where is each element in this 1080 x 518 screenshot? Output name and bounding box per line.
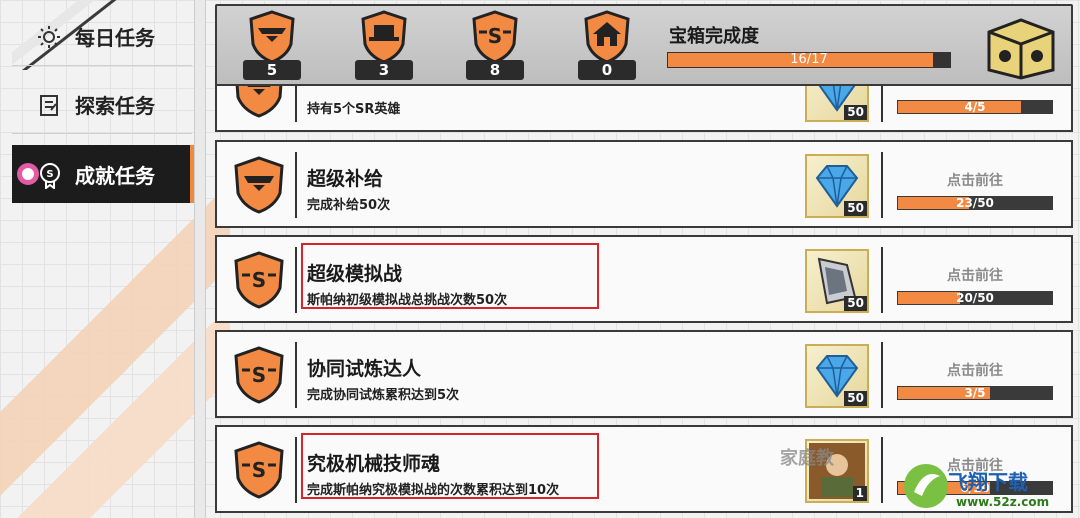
- sun-icon: [36, 24, 62, 50]
- row-divider: [881, 247, 883, 313]
- achievement-header: 5 3 S 8 0 宝箱完成度 16/17: [215, 4, 1073, 88]
- chest-title: 宝箱完成度: [669, 26, 759, 47]
- tab-daily-tasks[interactable]: 每日任务: [12, 8, 192, 66]
- row-divider: [881, 437, 883, 503]
- go-to-button[interactable]: 点击前往: [897, 360, 1053, 380]
- tab-label: 探索任务: [75, 94, 155, 118]
- house-shield-icon: [584, 10, 630, 64]
- watermark-site-url: www.52z.com: [956, 495, 1050, 509]
- task-progress-text: 3/5: [964, 386, 986, 400]
- reward-quantity: 50: [844, 296, 867, 311]
- reward-item[interactable]: 50: [805, 249, 869, 313]
- reward-item[interactable]: 50: [805, 86, 869, 122]
- row-divider: [295, 152, 297, 218]
- svg-text:S: S: [252, 268, 266, 292]
- svg-text:S: S: [46, 169, 53, 180]
- reward-item[interactable]: 50: [805, 154, 869, 218]
- reward-quantity: 50: [844, 201, 867, 216]
- tab-label: 成就任务: [75, 163, 155, 188]
- achievement-row: S 协同试炼达人完成协同试炼累积达到5次 50 点击前往 3/5: [215, 330, 1073, 418]
- panel-divider: [194, 0, 206, 518]
- task-progress-bar: 23/50: [897, 196, 1053, 210]
- svg-text:S: S: [488, 24, 502, 48]
- reward-item[interactable]: 50: [805, 344, 869, 408]
- highlight-box: [301, 243, 599, 309]
- achievement-row: S 超级模拟战 斯帕纳初级模拟战总挑战次数50次 50 点击前往 20/50: [215, 235, 1073, 323]
- reward-quantity: 50: [844, 105, 867, 120]
- badge-count: 5: [243, 60, 301, 80]
- task-progress-text: 4/5: [964, 100, 986, 114]
- badge-house: 0: [574, 10, 640, 84]
- task-progress-text: 20/50: [956, 291, 994, 305]
- task-progress-text: 23/50: [956, 196, 994, 210]
- tab-explore-tasks[interactable]: 探索任务: [12, 76, 192, 134]
- row-divider: [881, 152, 883, 218]
- task-progress-bar: 20/50: [897, 291, 1053, 305]
- badge-hat: 3: [351, 10, 417, 84]
- row-divider: [295, 342, 297, 408]
- badge-supply: 5: [239, 10, 305, 84]
- badge-count: 0: [578, 60, 636, 80]
- medal-icon: S: [16, 161, 64, 189]
- task-description: 持有5个SR英雄: [307, 102, 401, 117]
- chest-progress-text: 16/17: [790, 52, 828, 67]
- row-divider: [295, 437, 297, 503]
- badge-count: 8: [466, 60, 524, 80]
- s-emblem-shield-icon: S: [472, 10, 518, 64]
- badge-s-emblem: S 8: [462, 10, 528, 84]
- task-description: 完成补给50次: [307, 198, 391, 213]
- s-emblem-shield-icon: S: [234, 441, 284, 499]
- achievement-row: 持有5个SR英雄 50 4/5: [215, 84, 1073, 132]
- s-emblem-shield-icon: S: [234, 251, 284, 309]
- clipboard-icon: [36, 92, 62, 118]
- achievement-row: 超级补给完成补给50次 50 点击前往 23/50: [215, 140, 1073, 228]
- task-title: 超级补给: [307, 168, 384, 190]
- treasure-chest-icon[interactable]: [981, 14, 1061, 80]
- svg-text:S: S: [252, 363, 266, 387]
- svg-text:S: S: [252, 458, 266, 482]
- go-to-button[interactable]: 点击前往: [897, 170, 1053, 190]
- go-to-button[interactable]: 点击前往: [897, 265, 1053, 285]
- watermark-text: 家庭教: [780, 448, 834, 469]
- row-divider: [881, 86, 883, 122]
- tab-label: 每日任务: [75, 26, 155, 50]
- s-emblem-shield-icon: S: [234, 346, 284, 404]
- row-divider: [295, 247, 297, 313]
- task-progress-bar: 4/5: [897, 100, 1053, 114]
- badge-count: 3: [355, 60, 413, 80]
- supply-shield-icon: [234, 156, 284, 214]
- watermark-site-name: 飞翔下载: [948, 470, 1028, 494]
- supply-shield-icon: [235, 86, 283, 118]
- tab-achievement-tasks[interactable]: S 成就任务: [12, 145, 196, 203]
- task-progress-bar: 3/5: [897, 386, 1053, 400]
- supply-shield-icon: [249, 10, 295, 64]
- task-title: 协同试炼达人: [307, 358, 422, 380]
- reward-quantity: 50: [844, 391, 867, 406]
- chest-progress-bar: 16/17: [667, 52, 951, 68]
- sidebar: 每日任务 探索任务 S 成就任务: [12, 0, 196, 518]
- task-description: 完成协同试炼累积达到5次: [307, 388, 460, 403]
- row-divider: [881, 342, 883, 408]
- highlight-box: [301, 433, 599, 499]
- hat-shield-icon: [361, 10, 407, 64]
- row-divider: [295, 86, 297, 122]
- reward-quantity: 1: [852, 486, 867, 501]
